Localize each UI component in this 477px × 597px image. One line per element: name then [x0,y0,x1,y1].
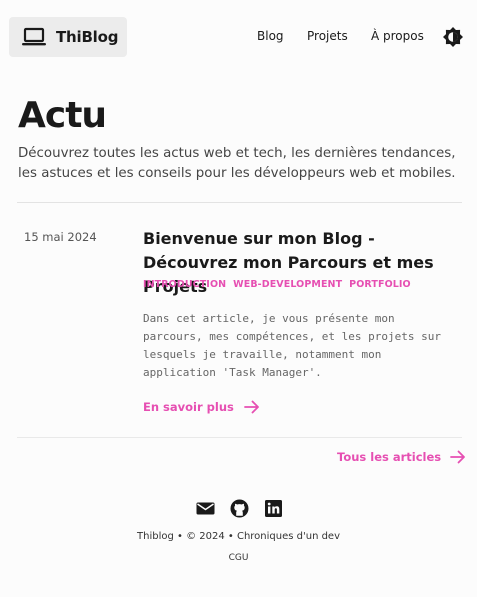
theme-toggle-icon[interactable] [443,27,463,47]
linkedin-link[interactable] [264,499,283,518]
site-header: ThiBlog Blog Projets À propos [0,0,477,76]
arrow-right-icon [450,450,466,464]
linkedin-icon [265,500,282,517]
divider [17,202,462,203]
mail-icon [196,502,215,515]
page-title: Actu [18,95,107,136]
all-articles-label: Tous les articles [337,450,442,464]
divider [17,437,462,438]
post-tags: INTRODUCTION WEB-DEVELOPMENT PORTFOLIO [143,279,411,290]
read-more-link[interactable]: En savoir plus [143,400,260,414]
tag-introduction[interactable]: INTRODUCTION [143,279,226,290]
github-icon [230,499,249,518]
post-date: 15 mai 2024 [24,230,97,244]
github-link[interactable] [230,499,249,518]
arrow-right-icon [243,400,259,414]
nav-blog[interactable]: Blog [257,29,284,43]
nav-a-propos[interactable]: À propos [371,29,424,43]
tag-portfolio[interactable]: PORTFOLIO [349,279,411,290]
social-links [196,499,283,518]
post-excerpt: Dans cet article, je vous présente mon p… [143,312,442,379]
copyright-text: Thiblog • © 2024 • Chroniques d'un dev [137,531,340,542]
nav-projets[interactable]: Projets [307,29,348,43]
all-articles-link[interactable]: Tous les articles [337,450,466,464]
page: ThiBlog Blog Projets À propos Actu Décou… [0,0,477,597]
page-description: Découvrez toutes les actus web et tech, … [18,146,456,181]
tag-web-development[interactable]: WEB-DEVELOPMENT [233,279,342,290]
cgu-link[interactable]: CGU [0,553,477,563]
main-nav: Blog Projets À propos [0,29,477,47]
mail-link[interactable] [196,499,215,518]
read-more-label: En savoir plus [143,400,234,414]
